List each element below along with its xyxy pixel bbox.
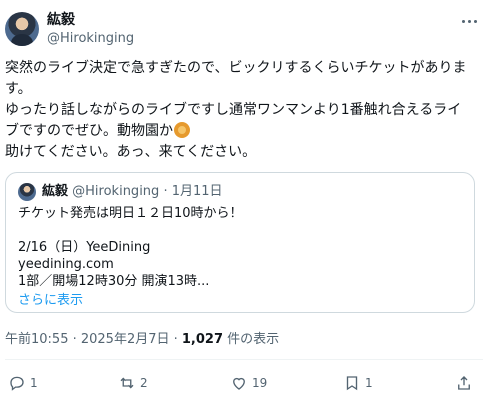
quote-header: 紘毅 @Hirokinging · 1月11日 <box>42 183 223 201</box>
quoted-tweet[interactable]: 紘毅 @Hirokinging · 1月11日 チケット発売は明日１２日10時か… <box>5 172 475 313</box>
reply-icon <box>10 376 24 391</box>
quote-line: 1部／開場12時30分 開演13時... <box>18 274 210 289</box>
repost-icon <box>120 377 134 389</box>
bookmark-count: 1 <box>365 376 373 390</box>
tweet-text: 突然のライブ決定で急すぎたので、ビックリするくらいチケットがありま す。 ゆった… <box>5 58 483 163</box>
tweet-line: ゆったり話しながらのライブですし通常ワンマンより1番触れ合えるライ <box>5 102 462 118</box>
quote-line: チケット発売は明日１２日10時から！ <box>18 206 243 221</box>
tweet: 紘毅 @Hirokinging 突然のライブ決定で急すぎたので、ビックリするくら… <box>0 0 488 406</box>
share-button[interactable] <box>455 372 473 394</box>
divider <box>5 359 483 360</box>
quote-text: チケット発売は明日１２日10時から！ 2/16（日）YeeDining yeed… <box>18 205 243 290</box>
quote-line: yeedining.com <box>18 257 114 272</box>
quote-line: 2/16（日）YeeDining <box>18 240 151 255</box>
author-name[interactable]: 紘毅 <box>47 12 75 29</box>
author-handle[interactable]: @Hirokinging <box>47 30 134 47</box>
view-label: 件の表示 <box>223 332 280 347</box>
quote-date: · 1月11日 <box>163 184 223 199</box>
action-bar: 1 2 19 1 <box>0 372 488 394</box>
tweet-line: す。 <box>5 81 32 97</box>
tweet-line: ブですのでぜひ。動物園か <box>5 121 483 142</box>
tweet-line: 助けてください。あっ、来てください。 <box>5 144 257 160</box>
tweet-line: 突然のライブ決定で急すぎたので、ビックリするくらいチケットがありま <box>5 60 467 76</box>
show-more-link[interactable]: さらに表示 <box>18 293 83 309</box>
repost-button[interactable]: 2 <box>118 372 148 394</box>
heart-icon <box>233 377 245 390</box>
like-count: 19 <box>252 376 268 390</box>
share-icon <box>458 376 470 390</box>
timestamp[interactable]: 午前10:55 · 2025年2月7日 · <box>5 332 182 347</box>
view-count: 1,027 <box>181 332 224 347</box>
quote-avatar <box>18 183 36 201</box>
more-options-icon[interactable] <box>458 16 480 26</box>
quote-line <box>18 222 243 239</box>
quote-author-name: 紘毅 <box>42 184 69 199</box>
quote-author-handle: @Hirokinging <box>72 184 160 199</box>
avatar[interactable] <box>5 12 39 46</box>
bookmark-button[interactable]: 1 <box>343 372 373 394</box>
like-button[interactable]: 19 <box>230 372 267 394</box>
repost-count: 2 <box>140 376 148 390</box>
lion-face-icon <box>174 122 190 138</box>
reply-button[interactable]: 1 <box>8 372 38 394</box>
tweet-meta: 午前10:55 · 2025年2月7日 · 1,027 件の表示 <box>5 331 279 348</box>
reply-count: 1 <box>30 376 38 390</box>
bookmark-icon <box>346 376 358 391</box>
